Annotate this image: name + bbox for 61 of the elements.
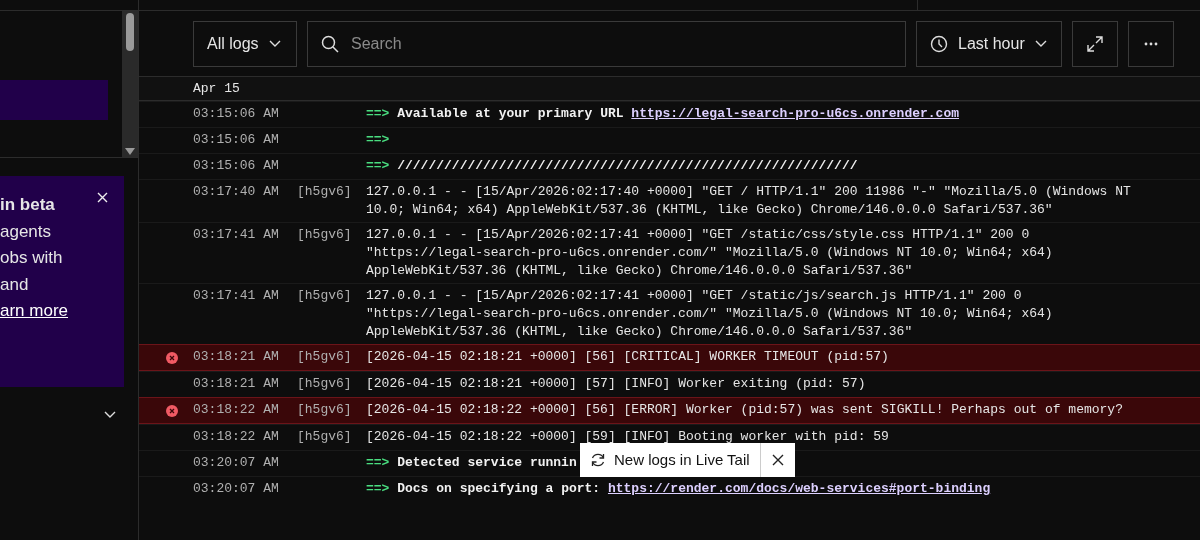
close-icon (97, 192, 108, 203)
log-link[interactable]: https://legal-search-pro-u6cs.onrender.com (631, 106, 959, 121)
instance-id: [h5gv6] (297, 429, 352, 444)
log-time: 03:18:22 AM (193, 428, 280, 446)
log-message: [2026-04-15 02:18:22 +0000] [56] [ERROR] Worker (pid:57) was sent SIGKILL! Perhaps out of memory? (366, 402, 1123, 417)
scrollbar[interactable] (122, 11, 138, 157)
search-input[interactable]: Search (349, 30, 892, 57)
log-message: ==> Detected service runnin (366, 455, 577, 470)
scroll-down-icon[interactable] (125, 148, 135, 155)
instance-id: [h5gv6] (297, 227, 352, 242)
scroll-thumb[interactable] (126, 13, 134, 51)
more-icon (1144, 41, 1158, 46)
log-time: 03:17:40 AM (193, 183, 280, 201)
error-icon (166, 351, 178, 364)
learn-more-link[interactable]: arn more (0, 298, 69, 325)
time-range-dropdown[interactable]: Last hour (916, 20, 1062, 67)
log-time: 03:20:07 AM (193, 454, 280, 472)
log-time: 03:15:06 AM (193, 157, 280, 175)
chevron-down-icon (1034, 40, 1047, 47)
error-icon (166, 404, 178, 417)
log-time: 03:15:06 AM (193, 105, 280, 123)
expand-icon (1086, 34, 1104, 53)
close-button[interactable] (97, 192, 108, 203)
promo-text: obs with (0, 247, 63, 269)
refresh-icon (590, 452, 606, 468)
log-time: 03:18:21 AM (193, 375, 280, 393)
log-message: [2026-04-15 02:18:21 +0000] [56] [CRITICAL] WORKER TIMEOUT (pid:57) (366, 349, 889, 364)
log-link[interactable]: https://render.com/docs/web-services#port-binding (607, 481, 991, 496)
toast-message: New logs in Live Tail (614, 449, 750, 470)
instance-id: [h5gv6] (297, 288, 352, 303)
filter-dropdown[interactable]: All logs (193, 20, 297, 67)
date-header: Apr 15 (139, 77, 1200, 101)
log-message: ==> Docs on specifying a port: https://render.com/docs/web-services#port-binding (366, 481, 991, 496)
instance-id: [h5gv6] (297, 402, 352, 417)
search-icon (321, 34, 339, 53)
log-time: 03:17:41 AM (193, 226, 280, 244)
log-message: [2026-04-15 02:18:21 +0000] [57] [INFO] Worker exiting (pid: 57) (366, 376, 866, 391)
log-message: 127.0.0.1 - - [15/Apr/2026:02:17:41 +0000] "GET /static/js/search.js HTTP/1.1" 200 0 "https://legal-search-pro-u6cs.onrender.com/" "Mozilla/5.0 (Windows NT 10.0; Win64; x64) AppleWebKit/537.36 (KHTML, like Gecko) Chrome/146.0.0.0 Safari/537.36" (366, 288, 1053, 339)
log-message: [2026-04-15 02:18:22 +0000] [59] [INFO] Booting worker with pid: 59 (366, 429, 889, 444)
instance-id: [h5gv6] (297, 349, 352, 364)
log-time: 03:15:06 AM (193, 131, 280, 149)
close-icon (771, 454, 784, 466)
log-message: ==> (366, 132, 390, 147)
log-message: ==> /////////////////////////////////////////////////////////// (366, 158, 858, 173)
log-time: 03:18:22 AM (193, 401, 280, 419)
promo-text: agents (0, 220, 52, 243)
promo-title: in beta (0, 194, 55, 216)
instance-id: [h5gv6] (297, 184, 352, 199)
log-time: 03:18:21 AM (193, 348, 280, 366)
log-message: 127.0.0.1 - - [15/Apr/2026:02:17:41 +0000] "GET /static/css/style.css HTTP/1.1" 200 0 "https://legal-search-pro-u6cs.onrender.com/" "Mozilla/5.0 (Windows NT 10.0; Win64; x64) AppleWebKit/537.36 (KHTML, like Gecko) Chrome/146.0.0.0 Safari/537.36" (366, 227, 1053, 278)
log-time: 03:17:41 AM (193, 287, 280, 305)
chevron-down-icon (268, 40, 281, 47)
expand-button[interactable] (1072, 20, 1118, 67)
search-field[interactable]: Search (307, 20, 906, 67)
chevron-down-icon[interactable] (104, 411, 116, 418)
log-time: 03:20:07 AM (193, 480, 280, 498)
log-message: ==> Available at your primary URL https://legal-search-pro-u6cs.onrender.com (366, 106, 959, 121)
clock-icon (930, 34, 948, 53)
promo-text: and (0, 273, 29, 296)
log-message: 127.0.0.1 - - [15/Apr/2026:02:17:40 +0000] "GET / HTTP/1.1" 200 11986 "-" "Mozilla/5.0 (Windows NT 10.0; Win64; x64) AppleWebKit/537.36 (KHTML, like Gecko) Chrome/146.0.0.0 Safari/537.36" (366, 184, 1131, 217)
instance-id: [h5gv6] (297, 376, 352, 391)
